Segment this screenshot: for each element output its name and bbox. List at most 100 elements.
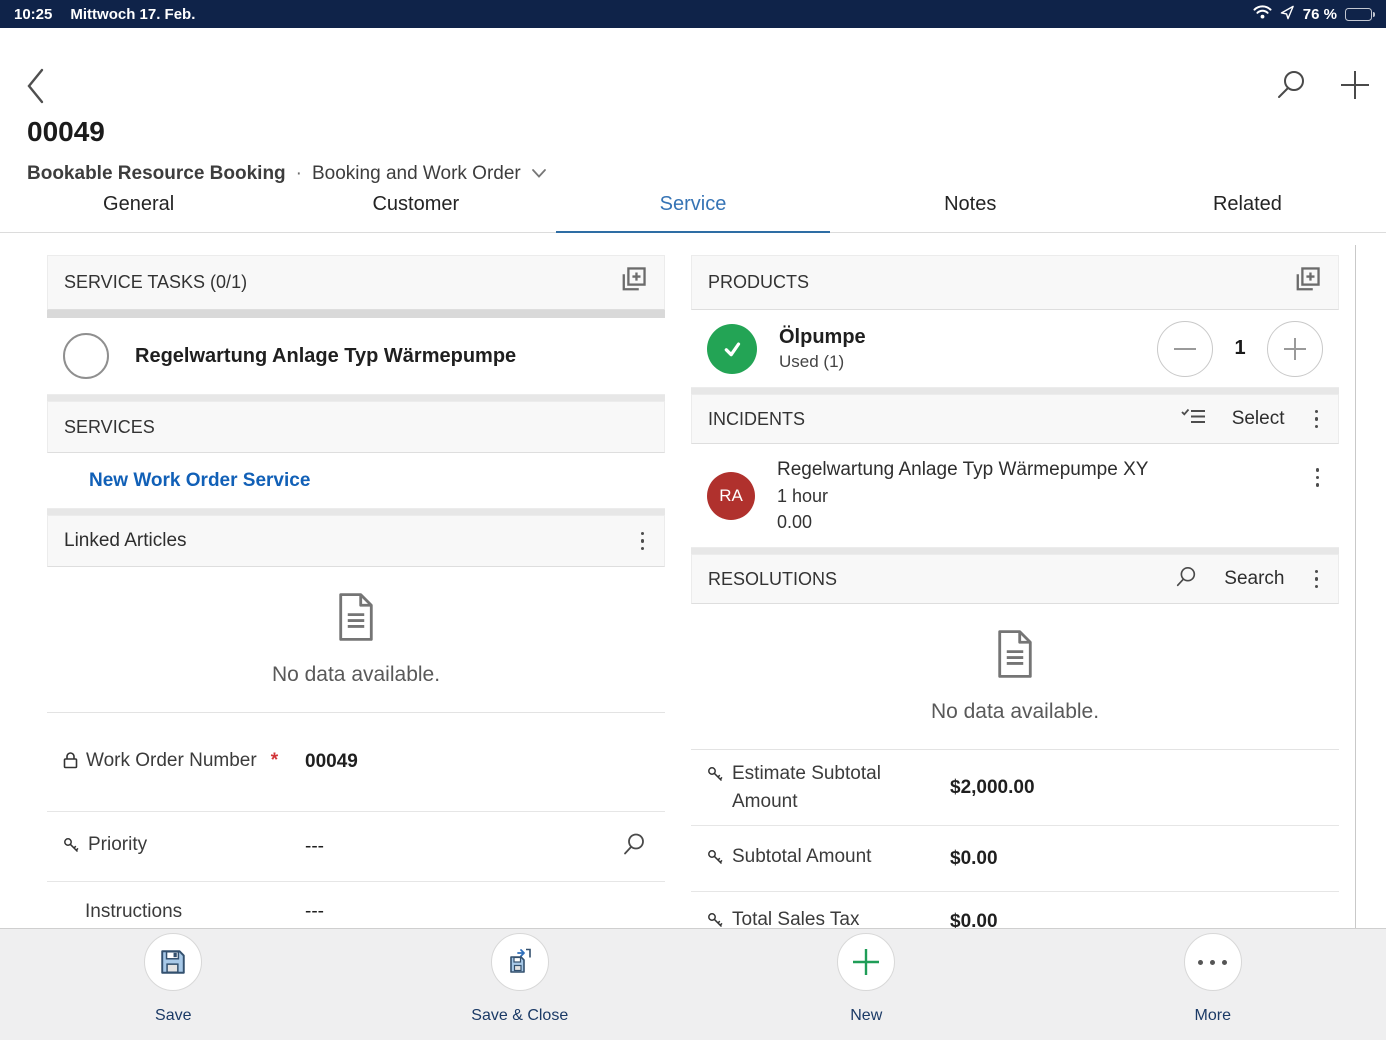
save-and-close-label: Save & Close — [471, 1007, 568, 1025]
product-row[interactable]: Ölpumpe Used (1) 1 — [691, 310, 1339, 388]
product-quantity: 1 — [1233, 337, 1247, 360]
save-icon — [144, 933, 202, 991]
services-title: SERVICES — [64, 417, 155, 438]
task-name: Regelwartung Anlage Typ Wärmepumpe — [135, 345, 516, 368]
more-label: More — [1195, 1007, 1231, 1025]
field-value: --- — [305, 901, 324, 923]
tab-bar: General Customer Service Notes Related — [0, 176, 1386, 233]
key-icon — [707, 910, 724, 928]
document-icon — [995, 629, 1035, 684]
field-value: --- — [305, 836, 324, 858]
divider — [47, 310, 665, 318]
tab-service[interactable]: Service — [554, 176, 831, 232]
incident-row[interactable]: RA Regelwartung Anlage Typ Wärmepumpe XY… — [691, 444, 1339, 548]
linked-articles-empty: No data available. — [47, 567, 665, 713]
field-label-text: Work Order Number — [86, 747, 257, 775]
lock-icon — [63, 750, 78, 778]
status-bar: 10:25 Mittwoch 17. Feb. 76 % — [0, 0, 1386, 28]
right-column: PRODUCTS Ölpumpe Used (1) 1 INCIDENTS — [691, 233, 1339, 928]
services-header: SERVICES — [47, 401, 665, 453]
services-row: New Work Order Service — [47, 453, 665, 509]
status-date: Mittwoch 17. Feb. — [70, 6, 195, 23]
search-icon[interactable] — [1174, 565, 1198, 594]
battery-icon — [1345, 8, 1372, 21]
app-header: 00049 Bookable Resource Booking · Bookin… — [0, 28, 1386, 176]
no-data-text: No data available. — [931, 700, 1099, 724]
form-content: SERVICE TASKS (0/1) Regelwartung Anlage … — [0, 233, 1386, 928]
add-icon[interactable] — [1338, 68, 1372, 102]
status-time: 10:25 — [14, 6, 52, 23]
field-estimate-subtotal[interactable]: Estimate Subtotal Amount $2,000.00 — [691, 750, 1339, 826]
add-record-icon[interactable] — [618, 265, 648, 300]
more-options-icon[interactable] — [1312, 464, 1324, 491]
more-button[interactable]: More — [1040, 929, 1386, 1040]
location-arrow-icon — [1280, 5, 1295, 24]
more-ellipsis-icon — [1184, 933, 1242, 991]
more-options-icon[interactable] — [1311, 566, 1323, 593]
tab-notes[interactable]: Notes — [832, 176, 1109, 232]
field-work-order-number[interactable]: Work Order Number * 00049 — [47, 713, 665, 812]
wifi-icon — [1253, 5, 1272, 23]
search-icon[interactable] — [1274, 68, 1308, 102]
product-name: Ölpumpe — [779, 326, 866, 349]
more-options-icon[interactable] — [637, 528, 649, 555]
field-value: $2,000.00 — [950, 777, 1035, 799]
left-column: SERVICE TASKS (0/1) Regelwartung Anlage … — [47, 233, 665, 928]
field-value: $0.00 — [950, 848, 998, 870]
service-tasks-header: SERVICE TASKS (0/1) — [47, 255, 665, 310]
incident-duration: 1 hour — [777, 486, 1148, 507]
field-subtotal[interactable]: Subtotal Amount $0.00 — [691, 826, 1339, 892]
page-title: 00049 — [27, 116, 105, 148]
field-label-text: Subtotal Amount — [732, 843, 871, 871]
field-value: $0.00 — [950, 911, 998, 928]
search-button[interactable]: Search — [1224, 568, 1284, 590]
quantity-decrease-button[interactable] — [1157, 321, 1213, 377]
products-header: PRODUCTS — [691, 255, 1339, 310]
tab-related[interactable]: Related — [1109, 176, 1386, 232]
key-icon — [63, 835, 80, 863]
tab-customer[interactable]: Customer — [277, 176, 554, 232]
field-priority[interactable]: Priority --- — [47, 812, 665, 882]
resolutions-title: RESOLUTIONS — [708, 569, 837, 590]
scrollbar[interactable] — [1355, 245, 1356, 928]
incidents-header: INCIDENTS Select — [691, 394, 1339, 444]
back-button[interactable] — [24, 66, 54, 106]
incident-avatar: RA — [707, 472, 755, 520]
quantity-increase-button[interactable] — [1267, 321, 1323, 377]
incident-amount: 0.00 — [777, 512, 1148, 533]
field-total-sales-tax[interactable]: Total Sales Tax $0.00 — [691, 892, 1339, 928]
select-button[interactable]: Select — [1232, 408, 1285, 430]
key-icon — [707, 764, 724, 792]
linked-articles-title: Linked Articles — [64, 530, 187, 552]
save-and-close-button[interactable]: Save & Close — [347, 929, 694, 1040]
service-task-row[interactable]: Regelwartung Anlage Typ Wärmepumpe — [47, 318, 665, 395]
task-checkbox[interactable] — [63, 333, 109, 379]
document-icon — [336, 592, 376, 647]
field-label-text: Instructions — [85, 898, 182, 926]
new-button[interactable]: New — [693, 929, 1040, 1040]
product-check-icon — [707, 324, 757, 374]
required-asterisk: * — [271, 747, 278, 775]
new-work-order-service-link[interactable]: New Work Order Service — [89, 470, 310, 492]
more-options-icon[interactable] — [1311, 406, 1323, 433]
key-icon — [707, 847, 724, 875]
field-value: 00049 — [305, 751, 358, 773]
service-tasks-title: SERVICE TASKS (0/1) — [64, 272, 247, 293]
product-status: Used (1) — [779, 352, 866, 372]
no-data-text: No data available. — [272, 663, 440, 687]
linked-articles-header: Linked Articles — [47, 515, 665, 567]
resolutions-empty: No data available. — [691, 604, 1339, 750]
resolutions-header: RESOLUTIONS Search — [691, 554, 1339, 604]
save-and-close-icon — [491, 933, 549, 991]
multiselect-icon[interactable] — [1180, 406, 1206, 432]
lookup-search-icon[interactable] — [621, 831, 647, 862]
field-label-text: Estimate Subtotal Amount — [732, 760, 902, 815]
add-record-icon[interactable] — [1292, 265, 1322, 300]
new-plus-icon — [837, 933, 895, 991]
field-instructions[interactable]: Instructions --- — [47, 882, 665, 928]
new-label: New — [850, 1007, 882, 1025]
incident-name: Regelwartung Anlage Typ Wärmepumpe XY — [777, 459, 1148, 481]
tab-general[interactable]: General — [0, 176, 277, 232]
save-button[interactable]: Save — [0, 929, 347, 1040]
products-title: PRODUCTS — [708, 272, 809, 293]
